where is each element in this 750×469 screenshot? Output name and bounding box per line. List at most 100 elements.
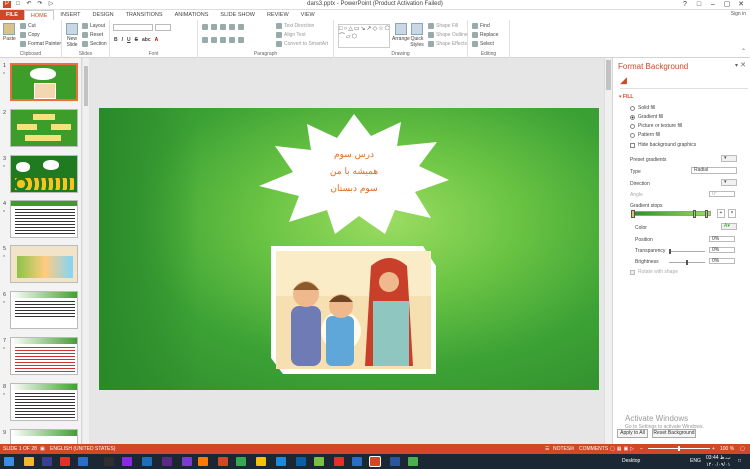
slide-title-line2[interactable]: همیشه با من: [314, 167, 394, 177]
input-language[interactable]: ENG: [690, 458, 701, 464]
close-pane-icon[interactable]: ✕: [740, 61, 746, 69]
brightness-knob[interactable]: [686, 260, 688, 265]
pane-options-icon[interactable]: ▾: [735, 62, 738, 69]
gradient-stops-bar[interactable]: [631, 211, 711, 216]
premiere-icon[interactable]: [122, 457, 132, 466]
app-icon[interactable]: [408, 457, 418, 466]
numbering-icon[interactable]: [211, 24, 217, 30]
text-direction-button[interactable]: Text Direction: [276, 23, 314, 29]
align-text-button[interactable]: Align Text: [276, 32, 306, 38]
angle-spinner[interactable]: 0°: [709, 191, 735, 197]
app-icon[interactable]: [314, 457, 324, 466]
app-icon[interactable]: [256, 457, 266, 466]
align-center-icon[interactable]: [211, 37, 217, 43]
quick-styles-button[interactable]: Quick Styles: [410, 23, 424, 48]
slide-scrollbar[interactable]: [604, 58, 612, 444]
scrollbar-thumb[interactable]: [84, 66, 88, 106]
align-left-icon[interactable]: [202, 37, 208, 43]
acrobat-icon[interactable]: [60, 457, 70, 466]
after-effects-icon[interactable]: [162, 457, 172, 466]
font-name-dropdown[interactable]: [113, 24, 153, 31]
tab-review[interactable]: REVIEW: [261, 10, 295, 20]
tab-view[interactable]: VIEW: [295, 10, 321, 20]
bullets-icon[interactable]: [202, 24, 208, 30]
app-icon[interactable]: [296, 457, 306, 466]
fill-section-header[interactable]: ▾ FILL: [619, 94, 633, 100]
zoom-level[interactable]: 100 %: [720, 446, 734, 452]
type-dropdown[interactable]: Radial: [691, 167, 737, 174]
collapse-ribbon-icon[interactable]: ⌃: [741, 48, 746, 55]
cut-button[interactable]: Cut: [20, 23, 36, 29]
fit-slide-icon[interactable]: ▢: [740, 446, 745, 452]
add-stop-icon[interactable]: +: [717, 209, 725, 218]
line-spacing-icon[interactable]: [238, 24, 244, 30]
desktop-toolbar[interactable]: Desktop: [622, 458, 640, 464]
pattern-fill-option[interactable]: Pattern fill: [630, 132, 660, 138]
decrease-indent-icon[interactable]: [220, 24, 226, 30]
slide-thumbnail-7[interactable]: [10, 337, 78, 375]
rotate-with-shape-option[interactable]: Rotate with shape: [630, 269, 678, 275]
tab-insert[interactable]: INSERT: [54, 10, 86, 20]
gradient-stop-3[interactable]: [705, 210, 708, 218]
chrome-icon[interactable]: [236, 457, 246, 466]
spellcheck-icon[interactable]: ▣: [40, 446, 45, 452]
find-button[interactable]: Find: [472, 23, 490, 29]
notes-button[interactable]: NOTES: [553, 446, 570, 452]
slide-thumbnail-9[interactable]: [10, 429, 78, 444]
tab-design[interactable]: DESIGN: [87, 10, 120, 20]
strikethrough-icon[interactable]: S: [135, 37, 138, 43]
app-icon[interactable]: [182, 457, 192, 466]
slide-thumbnail-1[interactable]: [10, 63, 78, 101]
gradient-stop-1[interactable]: [631, 210, 635, 218]
arrange-button[interactable]: Arrange: [392, 23, 410, 42]
comments-button[interactable]: COMMENTS: [579, 446, 608, 452]
start-button-icon[interactable]: [4, 457, 14, 466]
hide-graphics-option[interactable]: Hide background graphics: [630, 142, 696, 148]
gradient-fill-radio[interactable]: [630, 114, 635, 120]
hide-graphics-checkbox[interactable]: [630, 142, 635, 148]
tab-home[interactable]: HOME: [23, 10, 55, 20]
sign-in-link[interactable]: Sign in: [731, 11, 746, 17]
slide-thumbnail-8[interactable]: [10, 383, 78, 421]
file-explorer-icon[interactable]: [24, 457, 34, 466]
powerpoint-taskbar-icon[interactable]: [369, 456, 381, 467]
shape-fill-button[interactable]: Shape Fill: [428, 23, 458, 29]
word-icon[interactable]: [390, 457, 400, 466]
font-color-icon[interactable]: A: [155, 37, 159, 43]
app-icon[interactable]: [42, 457, 52, 466]
brightness-spinner[interactable]: 0%: [709, 258, 735, 264]
tab-file[interactable]: FILE: [0, 10, 24, 20]
view-buttons[interactable]: ▢▦▣▷: [610, 446, 636, 452]
shape-outline-button[interactable]: Shape Outline: [428, 32, 468, 38]
photoshop-icon[interactable]: [142, 457, 152, 466]
layout-button[interactable]: Layout: [82, 23, 105, 29]
picture-fill-radio[interactable]: [630, 123, 635, 129]
shapes-gallery[interactable]: □○△▭↘↗◇☆⬠⇨{}⌒▱⬡: [338, 24, 390, 48]
slide-thumbnail-2[interactable]: [10, 109, 78, 147]
convert-smartart-button[interactable]: Convert to SmartArt: [276, 41, 328, 47]
preset-gradients-dropdown[interactable]: ▾: [721, 155, 737, 162]
slide-thumbnail-3[interactable]: [10, 155, 78, 193]
shadow-icon[interactable]: abc: [142, 37, 151, 43]
office-icon[interactable]: [218, 457, 228, 466]
increase-indent-icon[interactable]: [229, 24, 235, 30]
paste-button[interactable]: Paste: [3, 23, 16, 42]
app-icon[interactable]: [276, 457, 286, 466]
columns-icon[interactable]: [238, 37, 244, 43]
transparency-knob[interactable]: [669, 249, 671, 254]
underline-icon[interactable]: U: [127, 37, 131, 43]
copy-button[interactable]: Copy: [20, 32, 40, 38]
tab-slide-show[interactable]: SLIDE SHOW: [214, 10, 261, 20]
notifications-icon[interactable]: □: [738, 458, 741, 464]
solid-fill-radio[interactable]: [630, 105, 635, 111]
font-size-dropdown[interactable]: [155, 24, 171, 31]
clock-date[interactable]: ۱۴۰۰/۰۹/۰۱: [706, 462, 730, 468]
italic-icon[interactable]: I: [122, 37, 123, 43]
direction-dropdown[interactable]: ▾: [721, 179, 737, 186]
transparency-spinner[interactable]: 0%: [709, 247, 735, 253]
position-spinner[interactable]: 0%: [709, 236, 735, 242]
minimize-icon[interactable]: –: [706, 0, 720, 10]
format-painter-button[interactable]: Format Painter: [20, 41, 61, 47]
pattern-fill-radio[interactable]: [630, 132, 635, 138]
tab-transitions[interactable]: TRANSITIONS: [120, 10, 169, 20]
